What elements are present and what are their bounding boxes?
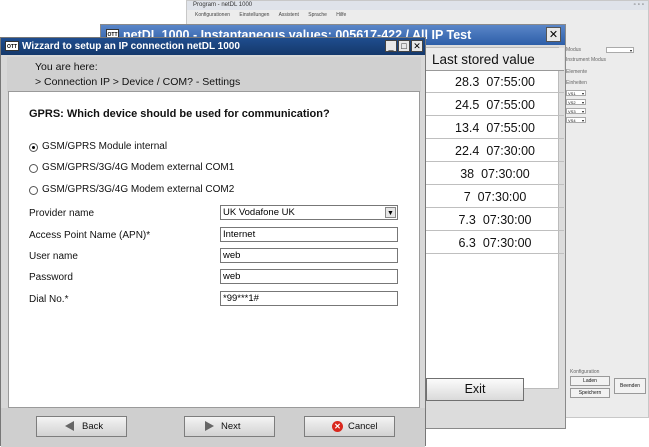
close-icon[interactable]: ✕: [546, 27, 561, 42]
side-label-units: Einheiten: [566, 80, 587, 86]
radio-gsm-internal[interactable]: GSM/GPRS Module internal: [29, 140, 349, 154]
chevron-down-icon[interactable]: ▼: [385, 207, 396, 218]
password-label: Password: [29, 272, 73, 283]
radio-modem-com1[interactable]: GSM/GPRS/3G/4G Modem external COM1: [29, 161, 349, 175]
wizard-header: You are here: > Connection IP > Device /…: [7, 57, 421, 92]
table-row: 7 07:30:00: [426, 186, 564, 208]
side-label-mode: Modus: [566, 47, 582, 53]
chevron-down-icon: ▾: [581, 100, 584, 105]
column-header-last-stored-value: Last stored value: [426, 48, 564, 71]
side-select[interactable]: VS3 ▾: [566, 108, 586, 114]
chevron-down-icon: ▾: [629, 48, 632, 53]
side-select[interactable]: VS2 ▾: [566, 99, 586, 105]
table-row: 13.4 07:55:00: [426, 117, 564, 139]
background-menu-bar: Konfigurationen Einstellungen Assistent …: [187, 10, 648, 20]
background-window-title: Program - netDL 1000: [187, 1, 648, 10]
close-icon[interactable]: ✕: [411, 40, 423, 52]
side-select[interactable]: VS4 ▾: [566, 117, 586, 123]
save-button[interactable]: Speichern: [570, 388, 610, 398]
device-question: GPRS: Which device should be used for co…: [29, 108, 330, 120]
password-input[interactable]: [220, 269, 398, 284]
provider-select[interactable]: UK Vodafone UK ▼: [220, 205, 398, 220]
radio-selected-icon[interactable]: [29, 143, 38, 152]
arrow-left-icon: [65, 421, 74, 431]
chevron-down-icon: ▾: [581, 109, 584, 114]
user-name-label: User name: [29, 251, 78, 262]
side-config-label: Konfiguration: [570, 369, 600, 375]
next-button[interactable]: Next: [184, 416, 275, 437]
chevron-down-icon: ▾: [581, 91, 584, 96]
menu-item[interactable]: Assistent: [279, 12, 299, 18]
menu-item[interactable]: Einstellungen: [239, 12, 269, 18]
background-window-controls[interactable]: ▫▫▫: [634, 2, 646, 8]
user-name-input[interactable]: [220, 248, 398, 263]
wizard-title: Wizzard to setup an IP connection netDL …: [1, 38, 425, 55]
apn-input[interactable]: [220, 227, 398, 242]
back-button[interactable]: Back: [36, 416, 127, 437]
side-mode-select[interactable]: ▾: [606, 47, 634, 53]
arrow-right-icon: [205, 421, 214, 431]
exit-button[interactable]: Exit: [426, 378, 524, 401]
dial-number-input[interactable]: [220, 291, 398, 306]
table-row: 24.5 07:55:00: [426, 94, 564, 116]
side-label-elements: Elemente: [566, 69, 588, 75]
menu-item[interactable]: Sprache: [308, 12, 327, 18]
settings-side-panel: Modus ▾ Instrument Modus Elemente Einhei…: [566, 47, 648, 377]
cancel-icon: ✕: [332, 421, 343, 432]
table-row: 38 07:30:00: [426, 163, 564, 185]
apn-label: Access Point Name (APN)*: [29, 230, 151, 241]
menu-item[interactable]: Konfigurationen: [195, 12, 230, 18]
cancel-button[interactable]: ✕ Cancel: [304, 416, 395, 437]
radio-modem-com2[interactable]: GSM/GPRS/3G/4G Modem external COM2: [29, 183, 349, 197]
table-row: 6.3 07:30:00: [426, 232, 564, 254]
table-row: 7.3 07:30:00: [426, 209, 564, 231]
radio-unselected-icon[interactable]: [29, 164, 38, 173]
radio-unselected-icon[interactable]: [29, 186, 38, 195]
maximize-icon[interactable]: □: [398, 40, 410, 52]
you-are-here-label: You are here:: [35, 61, 98, 73]
wizard-footer: Back Next ✕ Cancel: [1, 408, 425, 447]
ip-connection-wizard-dialog: Wizzard to setup an IP connection netDL …: [0, 37, 426, 447]
dial-number-label: Dial No.*: [29, 294, 69, 305]
chevron-down-icon: ▾: [581, 118, 584, 123]
minimize-icon[interactable]: _: [385, 40, 397, 52]
app-logo-icon: OTT: [5, 41, 19, 51]
menu-item[interactable]: Hilfe: [336, 12, 346, 18]
table-row: 22.4 07:30:00: [426, 140, 564, 162]
side-label-instrument: Instrument Modus: [566, 57, 607, 63]
load-button[interactable]: Laden: [570, 376, 610, 386]
table-row: 28.3 07:55:00: [426, 71, 564, 93]
close-program-button[interactable]: Beenden: [614, 378, 646, 394]
side-select[interactable]: VS1 ▾: [566, 90, 586, 96]
provider-name-label: Provider name: [29, 208, 95, 219]
breadcrumb: > Connection IP > Device / COM? - Settin…: [35, 76, 241, 88]
